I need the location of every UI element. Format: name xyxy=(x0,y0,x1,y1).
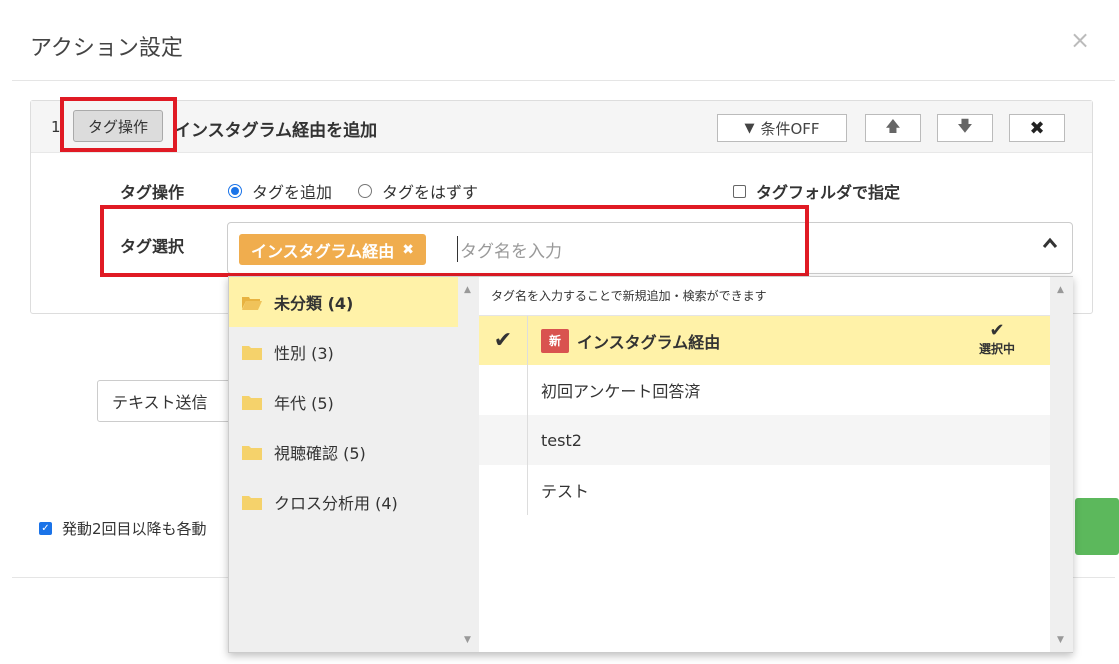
check-icon: ✔ xyxy=(989,320,1005,341)
filter-icon: ▼ xyxy=(744,120,755,136)
new-badge: 新 xyxy=(541,328,569,353)
folder-label: 年代 (5) xyxy=(274,394,334,413)
folder-label: 視聴確認 (5) xyxy=(274,444,366,463)
folder-icon xyxy=(242,495,262,510)
repeat-checkbox-label: 発動2回目以降も各動 xyxy=(62,520,207,538)
close-x-icon: ✖ xyxy=(1029,117,1045,139)
folder-label: 未分類 (4) xyxy=(274,294,354,313)
selected-label: 選択中 xyxy=(979,342,1016,356)
check-cell xyxy=(479,465,528,515)
action-panel-header: 1 タグ操作 インスタグラム経由を追加 ▼ 条件OFF 🡅 🡇 ✖ xyxy=(31,101,1092,153)
folder-item-viewing[interactable]: 視聴確認 (5) xyxy=(229,427,458,477)
folder-select-checkbox[interactable]: タグフォルダで指定 xyxy=(733,179,900,203)
delete-button[interactable]: ✖ xyxy=(1009,114,1065,142)
checkbox-unchecked-icon[interactable] xyxy=(733,184,746,198)
repeat-checkbox[interactable]: ✓ 発動2回目以降も各動 xyxy=(39,518,207,539)
radio-remove-tag-label: タグをはずす xyxy=(382,183,479,202)
folder-scrollbar[interactable]: ▲ ▼ xyxy=(458,277,479,652)
green-button[interactable] xyxy=(1075,498,1119,555)
tag-row-instagram[interactable]: ✔ 新 インスタグラム経由 ✔ 選択中 xyxy=(479,315,1050,365)
checkbox-checked-icon[interactable]: ✓ xyxy=(39,522,52,535)
arrow-down-icon: 🡇 xyxy=(957,116,973,135)
folder-icon xyxy=(242,445,262,460)
radio-checked-icon[interactable] xyxy=(228,184,242,198)
check-icon: ✔ xyxy=(479,316,528,365)
tag-label: test2 xyxy=(541,430,582,450)
radio-remove-tag[interactable]: タグをはずす xyxy=(358,179,478,203)
scroll-down-icon[interactable]: ▼ xyxy=(1057,635,1064,645)
radio-add-tag[interactable]: タグを追加 xyxy=(228,179,332,203)
folder-list: 未分類 (4) 性別 (3) 年代 (5) 視聴確認 (5) クロス分析用 (4… xyxy=(229,277,479,652)
condition-off-label: 条件OFF xyxy=(760,119,820,138)
tag-label: インスタグラム経由 xyxy=(577,332,721,352)
tag-label: テスト xyxy=(541,482,590,501)
tag-list: タグ名を入力することで新規追加・検索ができます ✔ 新 インスタグラム経由 ✔ … xyxy=(479,277,1073,652)
tag-scrollbar[interactable]: ▲ ▼ xyxy=(1050,277,1073,652)
move-up-button[interactable]: 🡅 xyxy=(865,114,921,142)
folder-item-uncategorized[interactable]: 未分類 (4) xyxy=(229,277,458,327)
folder-item-gender[interactable]: 性別 (3) xyxy=(229,327,458,377)
move-down-button[interactable]: 🡇 xyxy=(937,114,993,142)
folder-open-icon xyxy=(242,295,262,310)
folder-icon xyxy=(242,345,262,360)
tag-name: 新 インスタグラム経由 xyxy=(541,328,721,353)
check-cell xyxy=(479,415,528,465)
folder-item-cross-analysis[interactable]: クロス分析用 (4) xyxy=(229,477,458,527)
close-icon[interactable]: × xyxy=(1070,26,1090,54)
folder-select-label: タグフォルダで指定 xyxy=(756,183,901,202)
divider-top xyxy=(12,80,1115,81)
folder-label: クロス分析用 (4) xyxy=(274,494,398,513)
tag-row[interactable]: test2 xyxy=(479,415,1050,465)
tag-dropdown: 未分類 (4) 性別 (3) 年代 (5) 視聴確認 (5) クロス分析用 (4… xyxy=(228,276,1073,653)
background-text-send-button[interactable]: テキスト送信 xyxy=(97,380,237,422)
arrow-up-icon: 🡅 xyxy=(885,116,901,135)
scroll-up-icon[interactable]: ▲ xyxy=(464,285,471,295)
operation-label: タグ操作 xyxy=(120,183,185,202)
highlight-box-type xyxy=(60,97,177,152)
tag-search-hint: タグ名を入力することで新規追加・検索ができます xyxy=(491,289,767,303)
folder-icon xyxy=(242,395,262,410)
folder-item-age[interactable]: 年代 (5) xyxy=(229,377,458,427)
modal-title: アクション設定 xyxy=(30,36,183,61)
tag-row[interactable]: テスト xyxy=(479,465,1050,515)
scroll-down-icon[interactable]: ▼ xyxy=(464,635,471,645)
chevron-up-icon[interactable] xyxy=(1042,233,1058,254)
check-cell xyxy=(479,365,528,415)
radio-add-tag-label: タグを追加 xyxy=(252,183,333,202)
condition-off-button[interactable]: ▼ 条件OFF xyxy=(717,114,847,142)
selected-indicator: ✔ 選択中 xyxy=(979,322,1015,357)
tag-row[interactable]: 初回アンケート回答済 xyxy=(479,365,1050,415)
tag-label: 初回アンケート回答済 xyxy=(541,382,701,401)
radio-unchecked-icon[interactable] xyxy=(358,184,372,198)
highlight-box-select xyxy=(100,205,809,277)
scroll-up-icon[interactable]: ▲ xyxy=(1057,285,1064,295)
action-title: インスタグラム経由を追加 xyxy=(174,121,378,141)
folder-label: 性別 (3) xyxy=(274,344,334,363)
